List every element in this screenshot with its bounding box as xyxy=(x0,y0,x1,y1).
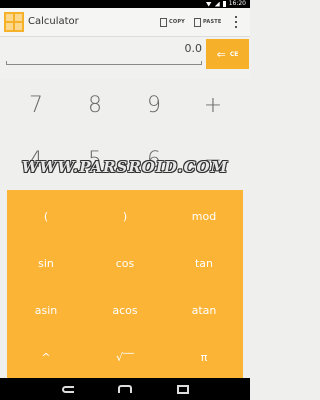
status-bar: 16:20 xyxy=(0,0,250,8)
overflow-menu-icon[interactable] xyxy=(234,16,238,28)
key-mod[interactable]: mod xyxy=(165,198,243,235)
copy-button[interactable]: COPY xyxy=(160,14,185,30)
key-pi[interactable]: π xyxy=(165,339,243,376)
display-underline xyxy=(6,61,202,65)
status-icons: 16:20 xyxy=(205,0,246,8)
watermark-text: WWW.PARSROID.COM xyxy=(21,158,229,176)
scientific-panel: ( ) mod sin cos tan asin acos atan ^ √‾‾… xyxy=(7,190,243,378)
key-asin[interactable]: asin xyxy=(7,292,85,329)
signal-icon xyxy=(214,1,220,7)
paste-label: PASTE xyxy=(203,19,222,25)
key-acos[interactable]: acos xyxy=(86,292,164,329)
key-cos[interactable]: cos xyxy=(86,245,164,282)
key-close-paren[interactable]: ) xyxy=(86,198,164,235)
navigation-bar xyxy=(0,378,250,400)
wifi-icon xyxy=(205,1,212,7)
display-value[interactable]: 0.0 xyxy=(185,42,203,55)
key-sin[interactable]: sin xyxy=(7,245,85,282)
app-title: Calculator xyxy=(28,16,79,27)
calculator-app-icon[interactable] xyxy=(4,12,24,32)
key-atan[interactable]: atan xyxy=(165,292,243,329)
backspace-arrow-icon: ⇐ xyxy=(216,47,226,61)
clear-entry-button[interactable]: ⇐ CE xyxy=(206,39,249,69)
key-power[interactable]: ^ xyxy=(7,339,85,376)
paste-icon xyxy=(194,17,201,27)
key-sqrt[interactable]: √‾‾ xyxy=(86,339,164,376)
key-7[interactable]: 7 xyxy=(7,80,65,130)
back-icon[interactable] xyxy=(60,383,76,395)
battery-icon xyxy=(222,1,226,7)
copy-label: COPY xyxy=(169,19,186,25)
key-tan[interactable]: tan xyxy=(165,245,243,282)
paste-button[interactable]: PASTE xyxy=(194,14,222,30)
status-time: 16:20 xyxy=(228,0,246,7)
copy-icon xyxy=(160,17,167,27)
action-bar: Calculator COPY PASTE xyxy=(0,8,250,37)
key-plus[interactable]: + xyxy=(184,80,242,130)
key-open-paren[interactable]: ( xyxy=(7,198,85,235)
home-icon[interactable] xyxy=(117,383,133,395)
ce-label: CE xyxy=(229,50,239,58)
display-area: 0.0 ⇐ CE xyxy=(0,37,250,79)
key-9[interactable]: 9 xyxy=(125,80,183,130)
recents-icon[interactable] xyxy=(175,383,191,395)
key-8[interactable]: 8 xyxy=(66,80,124,130)
